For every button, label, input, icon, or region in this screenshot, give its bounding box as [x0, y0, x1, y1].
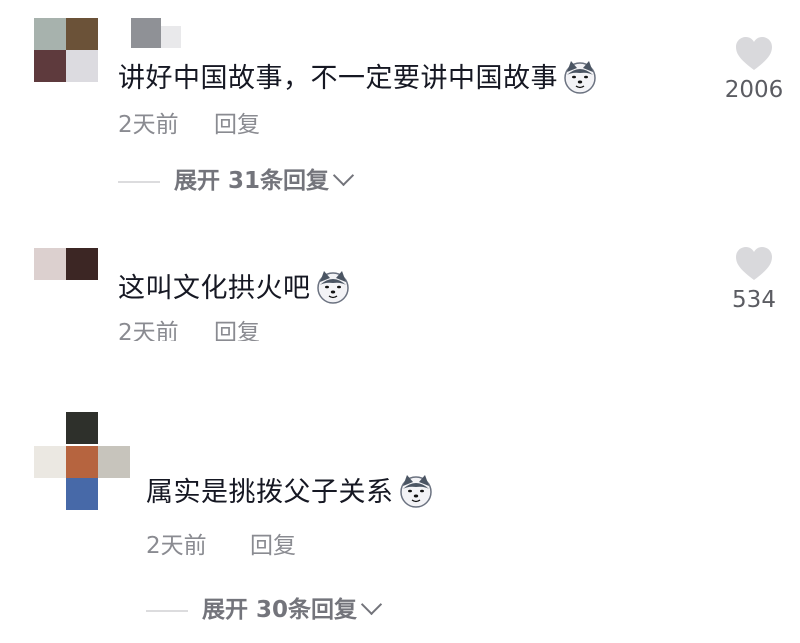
avatar-pixel	[66, 478, 98, 510]
comment-text-body: 属实是挑拨父子关系	[146, 477, 394, 508]
reply-button[interactable]: 回复	[250, 533, 296, 559]
expand-replies-button[interactable]: 展开 31条回复	[118, 164, 355, 195]
divider-line	[146, 609, 188, 612]
reply-button[interactable]: 回复	[214, 320, 260, 341]
like-button[interactable]	[734, 36, 774, 76]
avatar-pixel	[98, 446, 130, 478]
comment-text: 讲好中国故事，不一定要讲中国故事	[118, 58, 598, 96]
expand-replies-label: 展开 30条回复	[202, 597, 358, 623]
comment-text-body: 讲好中国故事，不一定要讲中国故事	[118, 63, 558, 94]
comment-meta: 2天前 回复	[118, 319, 260, 341]
avatar-3[interactable]	[34, 412, 130, 512]
chevron-down-icon	[360, 593, 383, 616]
redaction-pixel	[131, 18, 161, 48]
avatar-pixel	[34, 50, 66, 82]
comment-time: 2天前	[118, 320, 179, 341]
avatar-pixel	[66, 412, 98, 444]
dog-face-emoji-icon	[315, 268, 351, 304]
comment-text: 属实是挑拨父子关系	[146, 472, 434, 510]
comment-text-body: 这叫文化拱火吧	[118, 273, 311, 304]
avatar-2[interactable]	[34, 248, 98, 280]
avatar-pixel	[66, 50, 98, 82]
username-redacted	[131, 18, 181, 48]
avatar-1[interactable]	[34, 18, 98, 82]
like-count: 2006	[724, 77, 784, 103]
reply-button[interactable]: 回复	[214, 112, 260, 138]
avatar-pixel	[66, 446, 98, 478]
expand-replies-button[interactable]: 展开 30条回复	[146, 593, 383, 624]
dog-face-emoji-icon	[398, 472, 434, 508]
heart-icon	[736, 247, 772, 280]
like-count: 534	[732, 287, 776, 313]
comment-time: 2天前	[146, 533, 207, 559]
redaction-pixel	[161, 26, 181, 48]
like-button[interactable]	[734, 246, 774, 286]
comment-meta: 2天前 回复	[118, 111, 260, 139]
dog-face-emoji-icon	[562, 58, 598, 94]
comment-meta: 2天前 回复	[146, 532, 296, 560]
avatar-pixel	[66, 248, 98, 280]
comment-time: 2天前	[118, 112, 179, 138]
chevron-down-icon	[332, 164, 355, 187]
avatar-pixel	[34, 18, 66, 50]
heart-icon	[736, 37, 772, 70]
expand-replies-label: 展开 31条回复	[174, 168, 330, 194]
avatar-pixel	[34, 248, 66, 280]
divider-line	[118, 180, 160, 183]
avatar-pixel	[66, 18, 98, 50]
comment-text: 这叫文化拱火吧	[118, 268, 351, 306]
avatar-pixel	[34, 446, 66, 478]
